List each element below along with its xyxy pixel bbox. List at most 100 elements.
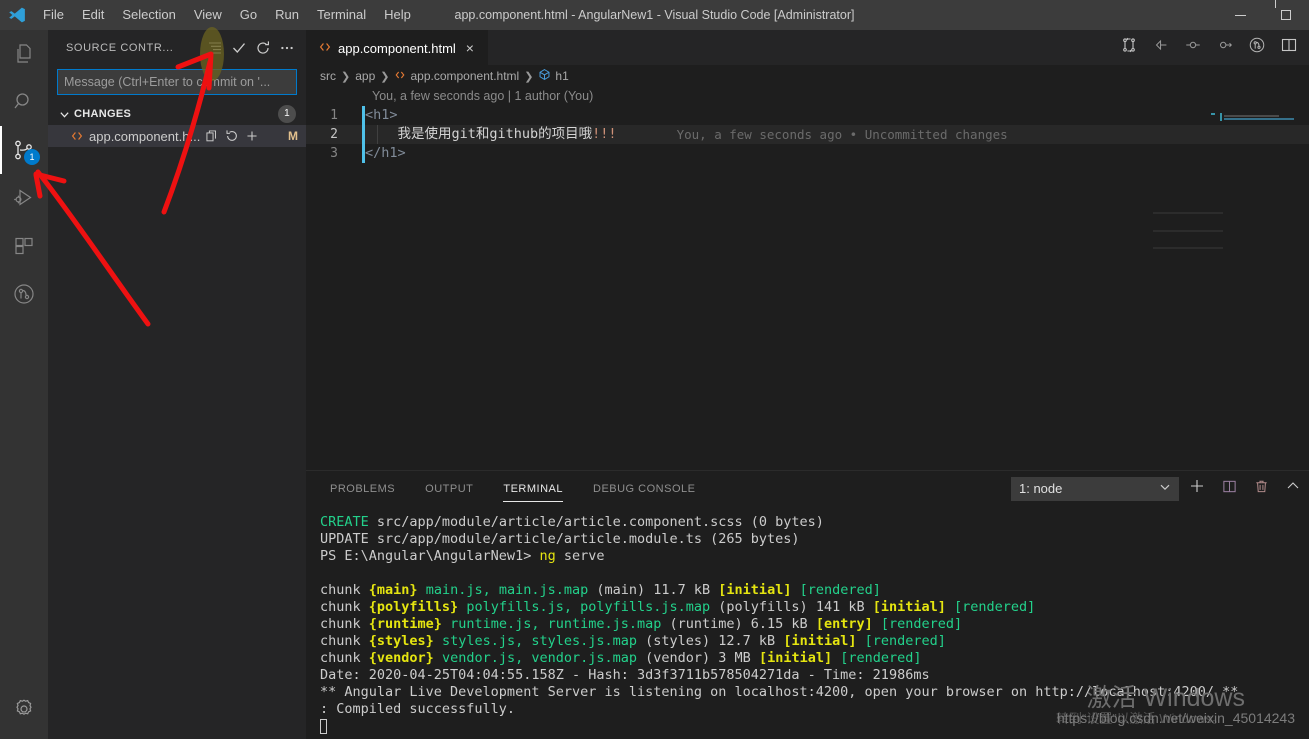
terminal-line: chunk {polyfills} polyfills.js, polyfill…	[320, 599, 1309, 616]
terminal-line: Date: 2020-04-25T04:04:55.158Z - Hash: 3…	[320, 667, 1309, 684]
code-line-2[interactable]: 2 我是使用git和github的项目哦 !!! You, a few seco…	[306, 125, 1309, 144]
manage-settings-button[interactable]	[0, 685, 48, 733]
changed-file-actions	[204, 128, 260, 144]
tab-debug-console[interactable]: DEBUG CONSOLE	[583, 471, 705, 506]
menu-selection[interactable]: Selection	[113, 0, 184, 30]
term-seg: chunk	[320, 599, 369, 615]
bottom-panel: PROBLEMS OUTPUT TERMINAL DEBUG CONSOLE 1…	[306, 470, 1309, 739]
changed-file-row[interactable]: app.component.h... M	[48, 125, 306, 147]
breadcrumb-separator: ❯	[524, 70, 534, 83]
dot-circle-icon	[1184, 36, 1202, 59]
gitlens-blame-button[interactable]	[1243, 33, 1271, 63]
term-seg: UPDATE src/app/module/article/article.mo…	[320, 531, 800, 547]
sidebar-item-explorer[interactable]	[0, 30, 48, 78]
change-indicator	[362, 106, 365, 125]
term-seg: : Compiled successfully.	[320, 701, 516, 717]
menu-run[interactable]: Run	[266, 0, 308, 30]
menu-file[interactable]: File	[34, 0, 73, 30]
sidebar-item-run-and-debug[interactable]	[0, 174, 48, 222]
term-seg: [initial]	[783, 633, 857, 649]
stage-changes-icon[interactable]	[244, 128, 260, 144]
breadcrumb-item-symbol[interactable]: h1	[538, 68, 569, 84]
terminal-line: PS E:\Angular\AngularNew1> ng serve	[320, 548, 1309, 565]
menu-view[interactable]: View	[185, 0, 231, 30]
terminal-line: chunk {vendor} vendor.js, vendor.js.map …	[320, 650, 1309, 667]
breadcrumb-separator: ❯	[380, 70, 390, 83]
breadcrumb-item-file[interactable]: app.component.html	[394, 69, 519, 84]
menu-terminal[interactable]: Terminal	[308, 0, 375, 30]
kill-terminal-button[interactable]	[1247, 475, 1275, 503]
tab-output[interactable]: OUTPUT	[415, 471, 483, 506]
menu-help[interactable]: Help	[375, 0, 420, 30]
sidebar-item-gitlens[interactable]	[0, 270, 48, 318]
code-line-1[interactable]: 1 <h1>	[306, 106, 1309, 125]
minimap[interactable]	[1153, 87, 1295, 470]
commit-button[interactable]	[228, 37, 250, 59]
split-terminal-button[interactable]	[1215, 475, 1243, 503]
term-seg: (vendor) 3 MB	[637, 650, 759, 666]
changes-section-header[interactable]: CHANGES 1	[48, 103, 306, 125]
breadcrumb-item-src[interactable]: src	[320, 69, 336, 83]
code-text: </h1>	[365, 145, 406, 161]
view-as-list-button[interactable]	[204, 37, 226, 59]
close-icon[interactable]: ×	[462, 40, 478, 56]
menu-go[interactable]: Go	[231, 0, 266, 30]
maximize-icon[interactable]	[1263, 0, 1309, 30]
editor-region: app.component.html × src ❯ app ❯ app.com…	[306, 30, 1309, 470]
line-number: 1	[330, 108, 338, 123]
breadcrumb-item-app[interactable]: app	[355, 69, 375, 83]
code-editor[interactable]: You, a few seconds ago | 1 author (You) …	[306, 87, 1309, 470]
refresh-button[interactable]	[252, 37, 274, 59]
changes-count-badge: 1	[278, 105, 296, 123]
code-text: 我是使用git和github的项目哦	[365, 126, 593, 142]
maximize-panel-button[interactable]	[1279, 475, 1307, 503]
split-editor-button[interactable]	[1275, 33, 1303, 63]
sidebar-item-search[interactable]	[0, 78, 48, 126]
term-seg: PS E:\Angular\AngularNew1>	[320, 548, 540, 564]
term-seg: Date: 2020-04-25T04:04:55.158Z - Hash: 3…	[320, 667, 930, 683]
discard-changes-icon[interactable]	[224, 128, 240, 144]
line-number: 3	[330, 146, 338, 161]
source-control-sidebar: SOURCE CONTR... Message (Ctrl+Enter to c…	[48, 30, 306, 739]
sidebar-item-extensions[interactable]	[0, 222, 48, 270]
more-actions-button[interactable]	[276, 37, 298, 59]
toggle-change-button[interactable]	[1179, 33, 1207, 63]
menu-edit[interactable]: Edit	[73, 0, 113, 30]
change-indicator	[362, 144, 365, 163]
minimize-icon[interactable]	[1217, 0, 1263, 30]
compare-changes-icon	[1121, 37, 1137, 58]
changed-file-name: app.component.h...	[89, 128, 201, 144]
tab-app-component-html[interactable]: app.component.html ×	[306, 30, 488, 65]
tab-problems[interactable]: PROBLEMS	[320, 471, 405, 506]
previous-change-button[interactable]	[1147, 33, 1175, 63]
line-number: 2	[330, 127, 338, 142]
term-seg: {runtime}	[368, 616, 442, 632]
sidebar-item-source-control[interactable]: 1	[0, 126, 48, 174]
code-line-3[interactable]: 3 </h1>	[306, 144, 1309, 163]
breadcrumb-label: src	[320, 69, 336, 83]
gear-icon	[12, 697, 36, 721]
html-file-icon	[70, 129, 84, 143]
breadcrumb-separator: ❯	[341, 70, 351, 83]
split-icon	[1222, 479, 1237, 499]
term-seg: polyfills.js, polyfills.js.map	[458, 599, 711, 615]
gitlens-blame-header: You, a few seconds ago | 1 author (You)	[372, 89, 594, 103]
open-changes-button[interactable]	[1115, 33, 1143, 63]
editor-toolbar	[1115, 30, 1309, 65]
term-seg: [rendered]	[791, 582, 881, 598]
commit-message-input[interactable]	[64, 75, 290, 89]
panel-tab-bar: PROBLEMS OUTPUT TERMINAL DEBUG CONSOLE 1…	[306, 471, 1309, 506]
chevron-down-icon	[56, 106, 72, 122]
terminal-line: ** Angular Live Development Server is li…	[320, 684, 1309, 701]
search-icon	[12, 90, 36, 114]
open-file-icon[interactable]	[204, 128, 220, 144]
next-change-button[interactable]	[1211, 33, 1239, 63]
terminal-selector[interactable]: 1: node	[1011, 476, 1179, 501]
term-seg: {main}	[368, 582, 418, 598]
terminal-line: UPDATE src/app/module/article/article.mo…	[320, 531, 1309, 548]
terminal-output[interactable]: CREATE src/app/module/article/article.co…	[306, 506, 1309, 739]
commit-message-box[interactable]	[57, 69, 297, 95]
tab-terminal[interactable]: TERMINAL	[493, 471, 573, 506]
new-terminal-button[interactable]	[1183, 475, 1211, 503]
